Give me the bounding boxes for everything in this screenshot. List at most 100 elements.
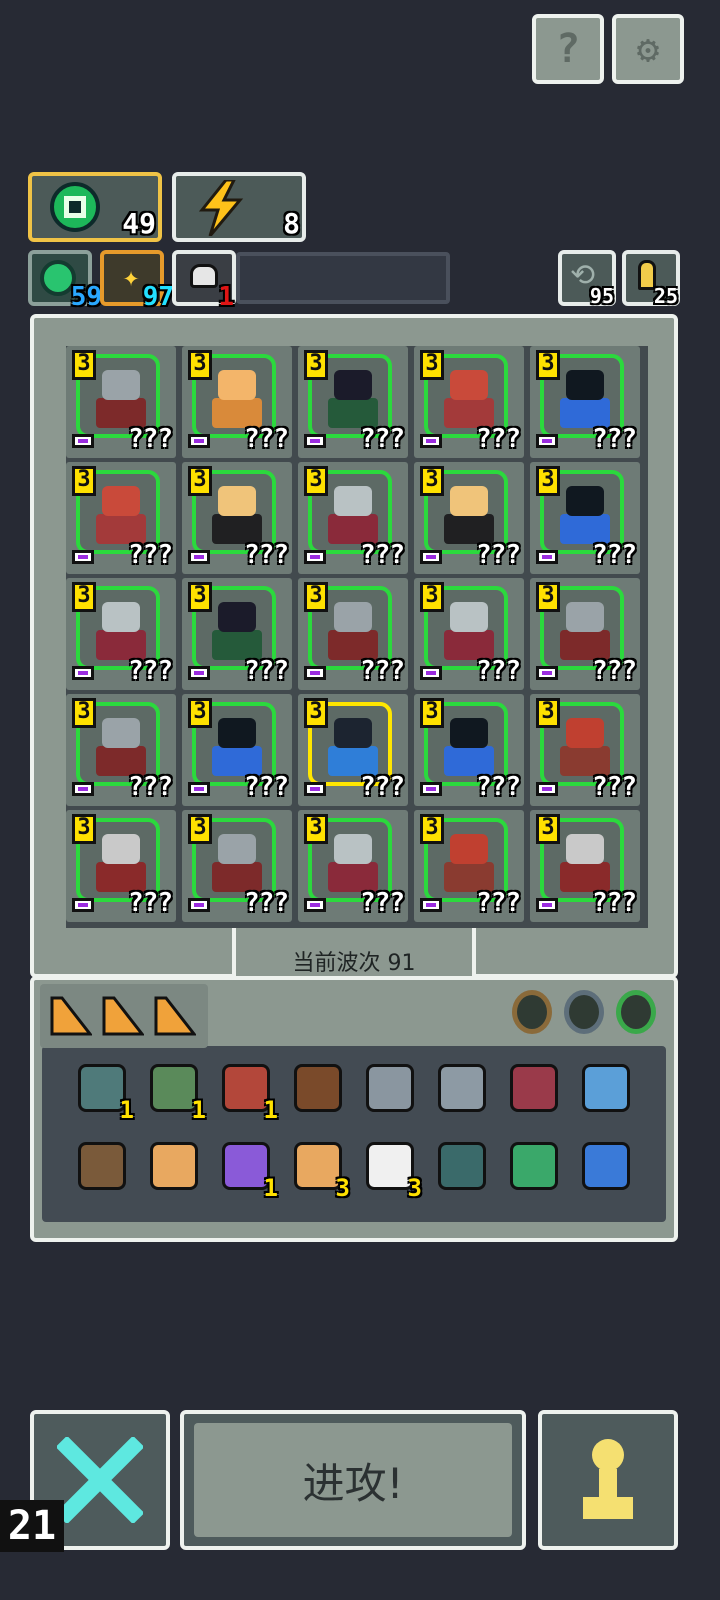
unit-cell[interactable]: 3 ???: [414, 578, 524, 690]
unit-cell[interactable]: 3 ???: [414, 810, 524, 922]
unit-level-badge: 3: [536, 466, 560, 496]
unit-sprite: [556, 712, 614, 778]
unit-cell[interactable]: 3 ???: [298, 694, 408, 806]
unit-energy-chip: [72, 782, 94, 796]
gems-panel[interactable]: 49: [28, 172, 162, 242]
unit-unknown-label: ???: [244, 540, 289, 570]
unit-cell[interactable]: 3 ???: [182, 578, 292, 690]
unit-level-badge: 3: [536, 350, 560, 380]
unit-level-badge: 3: [72, 350, 96, 380]
unit-level-badge: 3: [536, 814, 560, 844]
unit-level-badge: 3: [72, 582, 96, 612]
unit-cell[interactable]: 3 ???: [66, 578, 176, 690]
unit-energy-chip: [304, 782, 326, 796]
unit-unknown-label: ???: [244, 424, 289, 454]
unit-cell[interactable]: 3 ???: [66, 694, 176, 806]
unit-cell[interactable]: 3 ???: [298, 346, 408, 458]
unit-cell[interactable]: 3 ???: [66, 810, 176, 922]
unit-cell[interactable]: 3 ???: [298, 462, 408, 574]
unit-sprite: [208, 480, 266, 546]
inventory-item[interactable]: [576, 1136, 636, 1196]
unit-energy-chip: [420, 782, 442, 796]
unit-energy-chip: [188, 666, 210, 680]
stone-icon: [366, 1064, 414, 1112]
unit-cell[interactable]: 3 ???: [414, 346, 524, 458]
inventory-item[interactable]: 1: [216, 1136, 278, 1202]
inventory-item[interactable]: [72, 1136, 132, 1196]
beetle-filter-icon[interactable]: [564, 990, 604, 1034]
inventory-item[interactable]: [504, 1058, 564, 1118]
inventory-item[interactable]: [432, 1058, 492, 1118]
triangle-tab-icon[interactable]: [50, 994, 94, 1036]
energy-panel[interactable]: 8: [172, 172, 306, 242]
item-count: 1: [191, 1096, 206, 1124]
unit-unknown-label: ???: [476, 540, 521, 570]
scroll-icon: [150, 1142, 198, 1190]
key-counter[interactable]: 25: [622, 250, 680, 308]
unit-sprite: [92, 480, 150, 546]
tab-row: [50, 994, 210, 1038]
unit-cell[interactable]: 3 ???: [66, 462, 176, 574]
unit-level-badge: 3: [304, 466, 328, 496]
unit-energy-chip: [304, 666, 326, 680]
gem-ring-filter-icon[interactable]: [616, 990, 656, 1034]
unit-grid-cells: 3 ??? 3 ??? 3 ??? 3 ??? 3 ??? 3 ??? 3 ??…: [66, 346, 646, 926]
unit-cell[interactable]: 3 ???: [182, 346, 292, 458]
unit-sprite: [208, 828, 266, 894]
unit-cell[interactable]: 3 ???: [530, 694, 640, 806]
inventory-item[interactable]: [432, 1136, 492, 1196]
unit-cell[interactable]: 3 ???: [182, 694, 292, 806]
unit-cell[interactable]: 3 ???: [298, 578, 408, 690]
triangle-tab-icon[interactable]: [102, 994, 146, 1036]
green-gem-icon: [50, 182, 100, 232]
stat-orb[interactable]: 59: [28, 250, 102, 312]
inventory-item[interactable]: [360, 1058, 420, 1118]
unit-cell[interactable]: 3 ???: [530, 578, 640, 690]
attack-button[interactable]: 进攻!: [180, 1410, 526, 1550]
skull-icon: [190, 264, 218, 288]
triangle-tab-icon[interactable]: [154, 994, 198, 1036]
unit-cell[interactable]: 3 ???: [66, 346, 176, 458]
help-button[interactable]: ?: [532, 14, 604, 84]
unit-cell[interactable]: 3 ???: [530, 810, 640, 922]
unit-cell[interactable]: 3 ???: [414, 462, 524, 574]
unit-cell[interactable]: 3 ???: [182, 462, 292, 574]
inventory-item[interactable]: 1: [72, 1058, 134, 1124]
unit-sprite: [324, 480, 382, 546]
unit-unknown-label: ???: [476, 424, 521, 454]
unit-unknown-label: ???: [592, 424, 637, 454]
stat-skull[interactable]: 1: [172, 250, 236, 312]
inventory-item[interactable]: 1: [216, 1058, 278, 1124]
recycle-value: 95: [589, 284, 614, 308]
item-count: 3: [407, 1174, 422, 1202]
unit-cell[interactable]: 3 ???: [182, 810, 292, 922]
inventory-item[interactable]: 1: [144, 1058, 206, 1124]
unit-level-badge: 3: [304, 350, 328, 380]
recycle-counter[interactable]: ⟲ 95: [558, 250, 616, 308]
unit-energy-chip: [188, 782, 210, 796]
ring-filter-icon[interactable]: [512, 990, 552, 1034]
unit-cell[interactable]: 3 ???: [530, 462, 640, 574]
unit-sprite: [208, 596, 266, 662]
inventory-item[interactable]: [288, 1058, 348, 1118]
unit-sprite: [92, 828, 150, 894]
unit-energy-chip: [188, 898, 210, 912]
star-wand-icon: [78, 1142, 126, 1190]
stat-spark[interactable]: ✦ 97: [100, 250, 174, 312]
inventory-item[interactable]: [504, 1136, 564, 1196]
hero-button[interactable]: [538, 1410, 678, 1550]
settings-button[interactable]: ⚙: [612, 14, 684, 84]
stat-orb-value: 59: [70, 282, 102, 312]
inventory-item[interactable]: [144, 1136, 204, 1196]
unit-cell[interactable]: 3 ???: [298, 810, 408, 922]
unit-sprite: [440, 480, 498, 546]
unit-cell[interactable]: 3 ???: [530, 346, 640, 458]
inventory-item[interactable]: 3: [360, 1136, 422, 1202]
gems-value: 49: [122, 207, 156, 240]
inventory-item[interactable]: [576, 1058, 636, 1118]
unit-energy-chip: [72, 550, 94, 564]
unit-cell[interactable]: 3 ???: [414, 694, 524, 806]
unit-level-badge: 3: [420, 466, 444, 496]
inventory-item[interactable]: 3: [288, 1136, 350, 1202]
unit-unknown-label: ???: [476, 656, 521, 686]
